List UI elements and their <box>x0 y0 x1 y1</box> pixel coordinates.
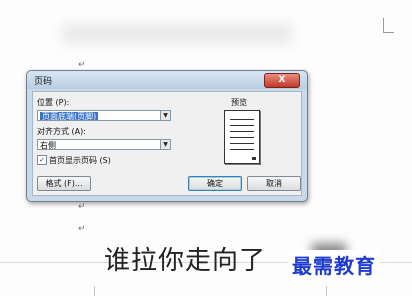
margin-tick <box>94 286 95 296</box>
document-heading: 谁拉你走向了 <box>104 246 267 276</box>
preview-text-line <box>230 119 254 120</box>
position-label: 位置 (P): <box>37 98 70 107</box>
preview-text-line <box>230 149 254 150</box>
preview-text-line <box>230 131 254 132</box>
preview-text-line <box>230 125 254 126</box>
preview-text-line <box>230 137 254 138</box>
page-number-dialog: 页码 X 位置 (P): 页面底端(页脚) ▼ 对齐方式 (A): 右侧 ▼ ✓… <box>26 70 308 202</box>
first-page-checkbox[interactable]: ✓ <box>37 155 47 165</box>
blurred-document-text <box>62 24 292 44</box>
dialog-title: 页码 <box>34 77 53 87</box>
dialog-titlebar[interactable]: 页码 X <box>27 71 307 89</box>
chevron-down-icon[interactable]: ▼ <box>160 111 170 120</box>
alignment-select[interactable]: 右侧 ▼ <box>37 139 171 150</box>
preview-label: 预览 <box>231 98 247 107</box>
watermark-logo: 最需教育 <box>288 250 380 279</box>
ok-button[interactable]: 确定 <box>188 176 242 191</box>
dialog-body: 位置 (P): 页面底端(页脚) ▼ 对齐方式 (A): 右侧 ▼ ✓ 首页显示… <box>32 91 302 196</box>
chevron-down-icon[interactable]: ▼ <box>160 140 170 149</box>
paragraph-mark: ↵ <box>78 202 86 212</box>
margin-corner-mark <box>383 18 394 33</box>
alignment-select-value: 右侧 <box>40 141 56 150</box>
close-button[interactable]: X <box>264 73 300 88</box>
first-page-checkbox-label[interactable]: 首页显示页码 (S) <box>49 155 111 166</box>
page-preview-icon <box>224 110 260 164</box>
position-select[interactable]: 页面底端(页脚) ▼ <box>37 110 171 121</box>
position-select-value: 页面底端(页脚) <box>40 112 99 121</box>
format-button[interactable]: 格式 (F)... <box>37 176 91 191</box>
paragraph-mark: ↵ <box>78 60 86 70</box>
preview-text-line <box>230 143 254 144</box>
paragraph-mark: ↵ <box>78 224 86 234</box>
margin-tick <box>326 286 327 296</box>
preview-page-number-mark <box>252 157 256 160</box>
alignment-label: 对齐方式 (A): <box>37 127 86 136</box>
cancel-button[interactable]: 取消 <box>247 176 301 191</box>
